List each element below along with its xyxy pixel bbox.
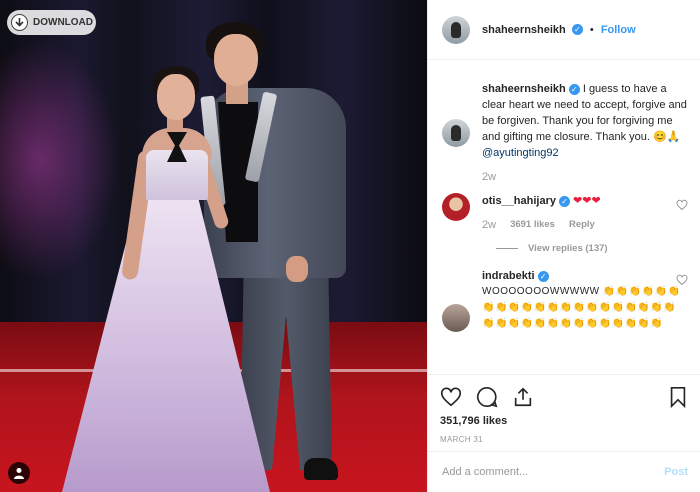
comment-heart-icon[interactable] [676,274,688,286]
caption-mention-link[interactable]: @ayutingting92 [482,147,559,159]
verified-badge-icon: ✓ [558,195,570,207]
comment-body: otis__hahijary ✓ ❤❤❤ 2w 3691 likes Reply [482,193,688,233]
caption-time[interactable]: 2w [482,169,496,185]
comment-text: WOOOOOOOWWWWW 👏👏👏👏👏👏👏👏👏👏👏👏👏👏👏👏👏👏👏👏👏👏👏👏👏👏… [482,286,681,329]
man-face [214,34,258,86]
post-photo[interactable]: DOWNLOAD [0,0,427,492]
user-icon [14,468,24,479]
view-replies-button[interactable]: View replies (137) [496,243,688,254]
man-shoe [304,458,338,480]
caption: shaheernsheikh ✓ I guess to have a clear … [442,81,688,185]
separator-dot: • [589,23,594,36]
commenter-avatar[interactable] [442,304,470,332]
view-replies-label: View replies (137) [528,243,608,254]
caption-meta: 2w [482,169,688,185]
commenter-username[interactable]: indrabekti [482,270,535,282]
download-label: DOWNLOAD [33,17,93,28]
commenter-username[interactable]: otis__hahijary [482,195,556,207]
post-actions: 351,796 likes MARCH 31 [428,374,700,444]
verified-badge-icon: ✓ [571,24,583,36]
comment-input[interactable] [442,466,665,478]
download-button[interactable]: DOWNLOAD [7,10,96,35]
verified-badge-icon: ✓ [537,270,549,282]
woman-face [157,74,195,120]
post-header: shaheernsheikh ✓ • Follow [428,0,700,60]
caption-body: shaheernsheikh ✓ I guess to have a clear … [482,81,688,185]
verified-badge-icon: ✓ [568,83,580,95]
stage-light [0,40,120,280]
comment-text: ❤❤❤ [573,195,601,207]
caption-username[interactable]: shaheernsheikh [482,83,566,95]
instagram-post: DOWNLOAD shaheernsheikh ✓ • Follow shahe… [0,0,700,492]
action-icons [440,381,688,413]
man-hand [286,256,308,282]
like-count[interactable]: 351,796 likes [440,415,688,427]
comment-like-count[interactable]: 3691 likes [510,217,555,233]
author-username[interactable]: shaheernsheikh [482,24,566,36]
tagged-users-button[interactable] [8,462,30,484]
comment-time[interactable]: 2w [482,217,496,233]
download-icon [11,14,28,31]
like-heart-icon[interactable] [440,386,462,408]
post-side-panel: shaheernsheikh ✓ • Follow shaheernsheikh… [427,0,700,492]
commenter-avatar[interactable] [442,193,470,221]
comment-item: otis__hahijary ✓ ❤❤❤ 2w 3691 likes Reply [442,193,688,233]
comment-heart-icon[interactable] [676,199,688,211]
add-comment-bar: Post [428,451,700,492]
comments-list[interactable]: shaheernsheikh ✓ I guess to have a clear … [428,61,700,373]
comment-bubble-icon[interactable] [476,386,498,408]
comment-meta: 2w 3691 likes Reply [482,217,688,233]
comment-item: indrabekti ✓ WOOOOOOOWWWWW 👏👏👏👏👏👏👏👏👏👏👏👏👏👏… [442,268,688,332]
post-date[interactable]: MARCH 31 [440,435,688,444]
follow-button[interactable]: Follow [601,24,636,36]
reply-button[interactable]: Reply [569,217,595,233]
caption-author-avatar[interactable] [442,119,470,147]
share-icon[interactable] [512,386,534,408]
post-comment-button[interactable]: Post [664,466,688,478]
bookmark-icon[interactable] [668,386,688,408]
author-avatar[interactable] [442,15,470,44]
comment-body: indrabekti ✓ WOOOOOOOWWWWW 👏👏👏👏👏👏👏👏👏👏👏👏👏👏… [482,268,688,332]
view-replies-line [496,248,518,249]
